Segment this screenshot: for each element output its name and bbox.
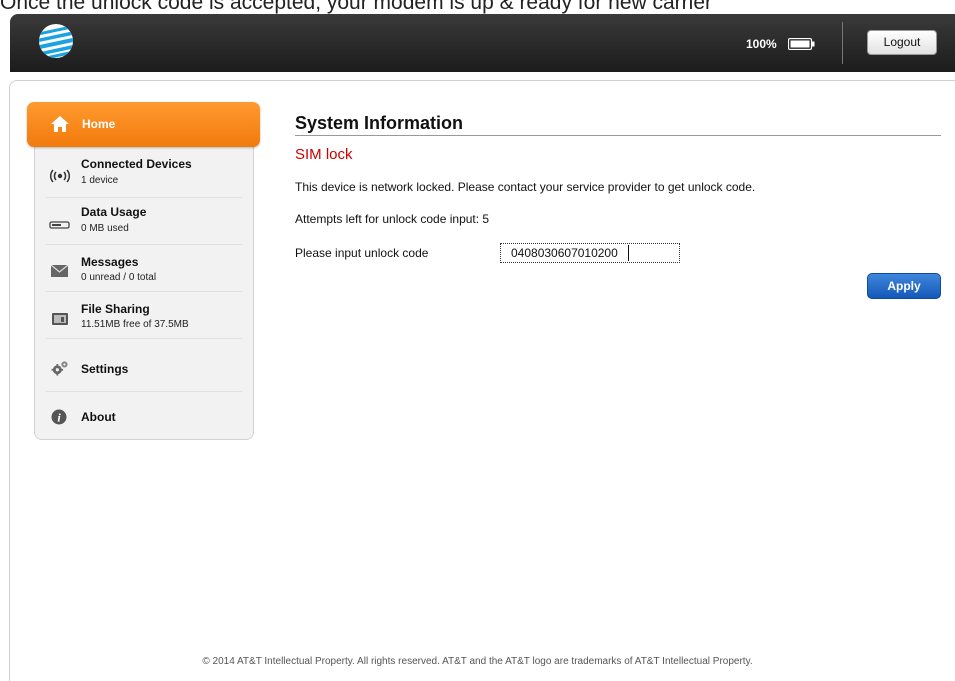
sidebar-item-messages[interactable]: Messages 0 unread / 0 total xyxy=(34,246,254,292)
battery-percentage: 100% xyxy=(746,37,777,51)
divider xyxy=(46,291,242,292)
sidebar-item-title: Settings xyxy=(81,362,129,376)
sidebar-item-file-sharing[interactable]: File Sharing 11.51MB free of 37.5MB xyxy=(34,293,254,339)
sidebar-item-home[interactable]: Home xyxy=(27,102,260,147)
sidebar-item-data-usage[interactable]: Data Usage 0 MB used xyxy=(34,199,254,245)
top-header: 100% Logout xyxy=(10,14,955,72)
unlock-code-label: Please input unlock code xyxy=(295,246,429,260)
sidebar-item-settings[interactable]: Settings xyxy=(34,346,254,392)
sidebar-item-title: About xyxy=(81,410,116,424)
title-divider xyxy=(295,135,941,136)
sidebar-item-connected-devices[interactable]: Connected Devices 1 device xyxy=(34,152,254,198)
divider xyxy=(46,197,242,198)
sidebar-item-subtitle: 1 device xyxy=(81,175,119,186)
sidebar-item-about[interactable]: i About xyxy=(34,394,254,440)
sidebar-item-title: Connected Devices xyxy=(81,157,192,171)
page-title: System Information xyxy=(295,113,464,133)
section-title: SIM lock xyxy=(295,146,353,163)
data-bar-icon xyxy=(49,221,70,229)
lock-message: This device is network locked. Please co… xyxy=(295,180,756,194)
divider xyxy=(46,338,242,339)
apply-button[interactable]: Apply xyxy=(867,273,941,299)
wireless-icon xyxy=(49,169,71,183)
sidebar-item-title: File Sharing xyxy=(81,302,150,316)
envelope-icon xyxy=(50,264,69,277)
header-divider xyxy=(842,22,843,64)
sidebar-item-subtitle: 0 unread / 0 total xyxy=(81,272,157,283)
divider xyxy=(46,391,242,392)
sidebar-item-title: Messages xyxy=(81,255,139,269)
home-icon xyxy=(51,116,69,132)
sidebar-item-label: Home xyxy=(82,117,116,131)
sidebar-item-subtitle: 11.51MB free of 37.5MB xyxy=(81,319,189,330)
info-icon: i xyxy=(51,409,67,425)
page-caption: Once the unlock code is accepted, your m… xyxy=(0,0,713,14)
divider xyxy=(46,244,242,245)
unlock-code-input[interactable] xyxy=(500,243,680,263)
gears-icon xyxy=(51,361,68,376)
footer-copyright: © 2014 AT&T Intellectual Property. All r… xyxy=(202,656,753,667)
sidebar-item-subtitle: 0 MB used xyxy=(81,223,129,234)
sidebar-item-title: Data Usage xyxy=(81,205,147,219)
logout-button[interactable]: Logout xyxy=(867,30,937,55)
att-globe-logo-icon[interactable] xyxy=(38,23,74,59)
attempts-left-text: Attempts left for unlock code input: 5 xyxy=(295,212,490,226)
text-caret xyxy=(628,245,629,261)
sd-card-icon xyxy=(52,313,68,325)
battery-icon xyxy=(788,38,815,50)
